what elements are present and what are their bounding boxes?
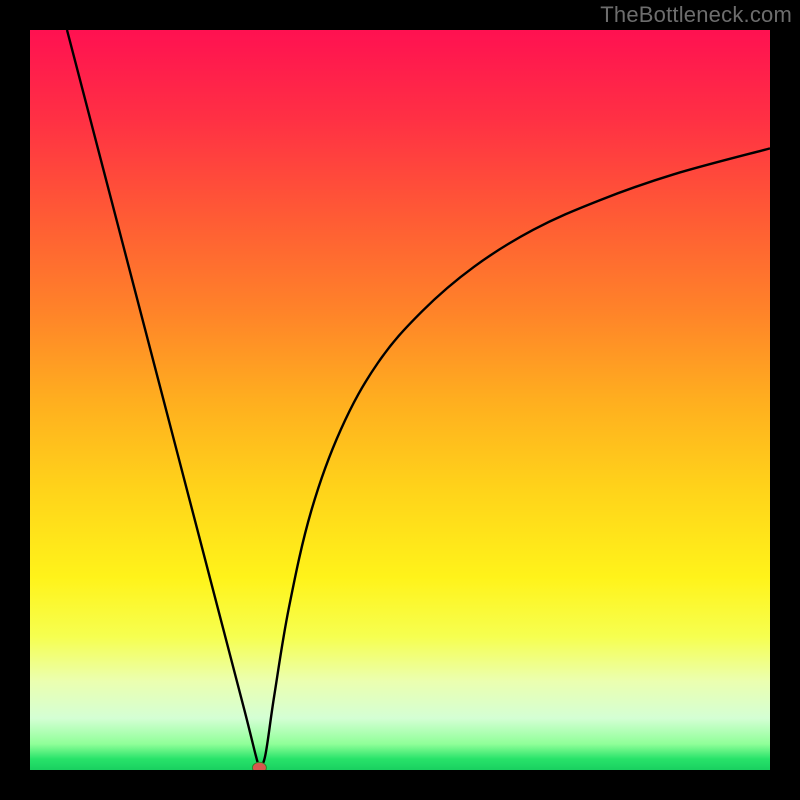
chart-frame: TheBottleneck.com <box>0 0 800 800</box>
bottleneck-plot <box>30 30 770 770</box>
optimal-marker <box>252 762 266 770</box>
watermark-text: TheBottleneck.com <box>600 2 792 28</box>
plot-background <box>30 30 770 770</box>
